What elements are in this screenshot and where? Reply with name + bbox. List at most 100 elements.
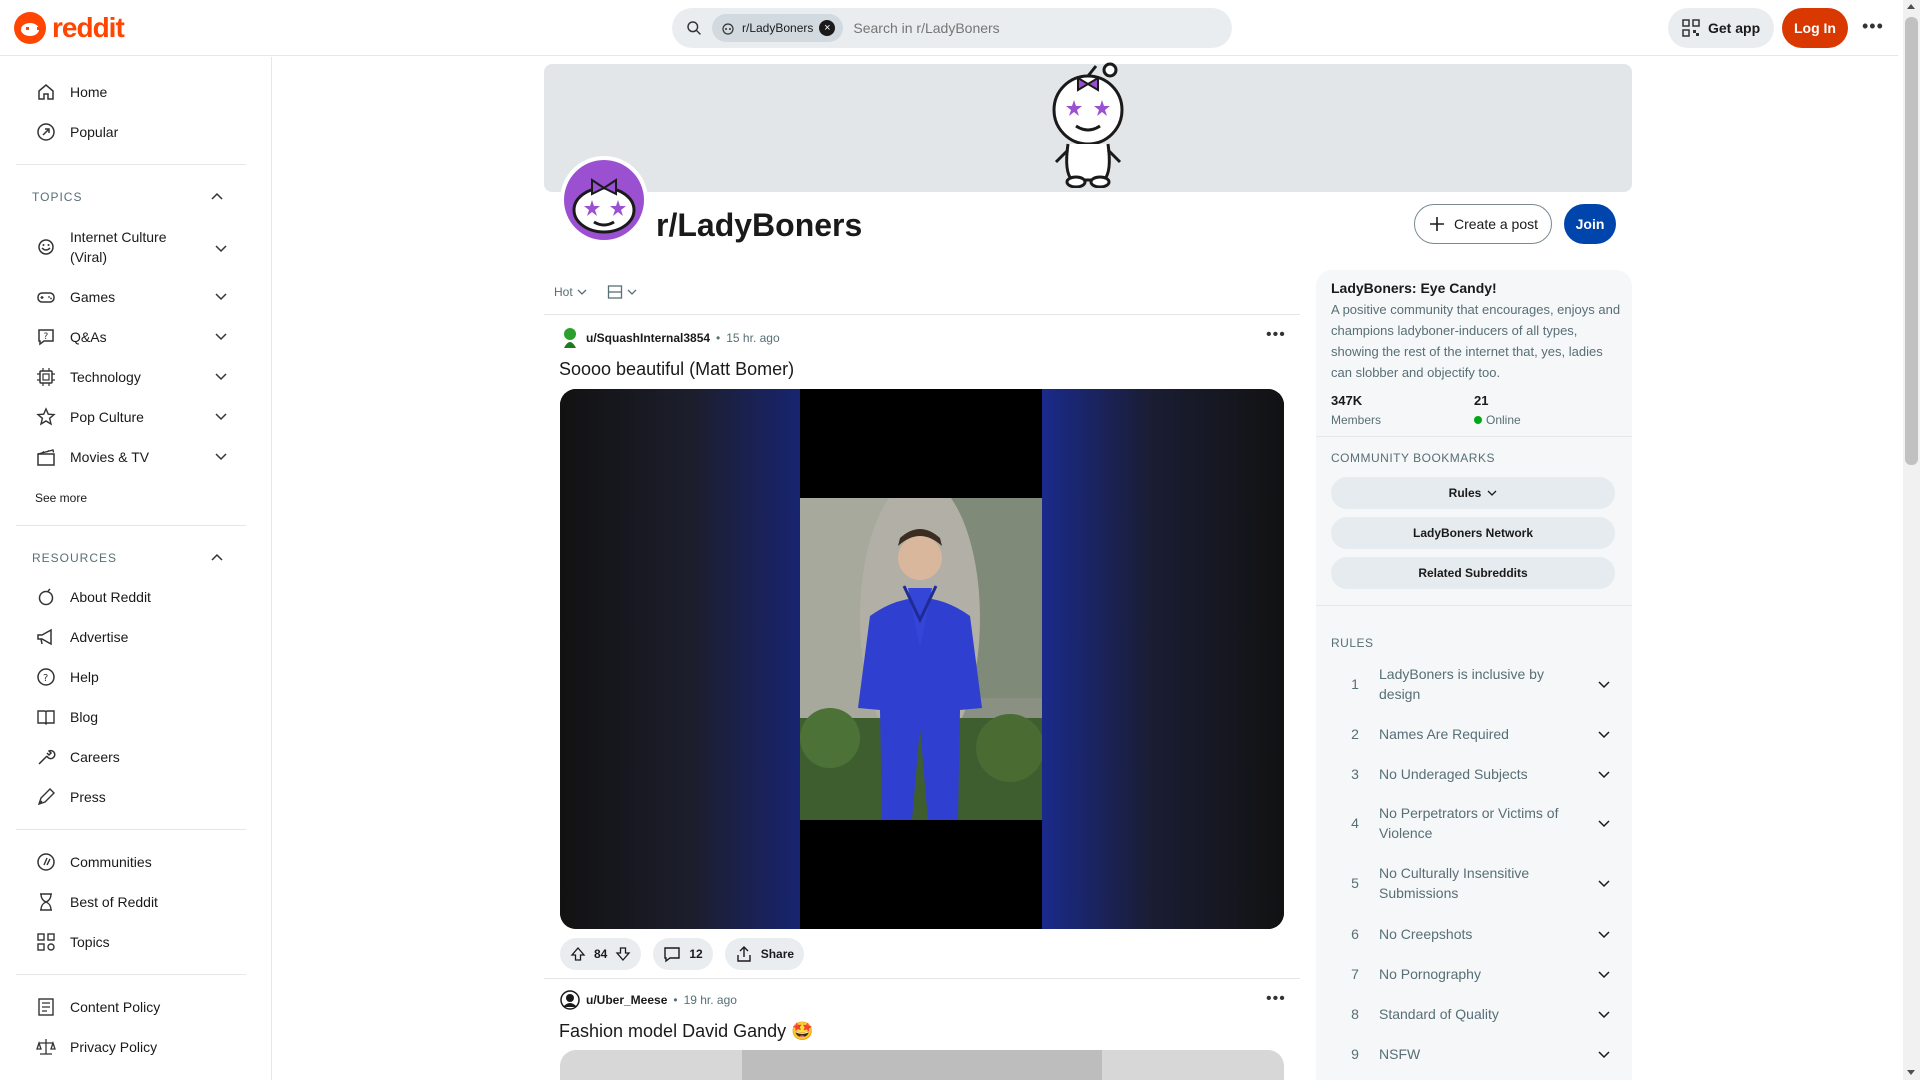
rule-item[interactable]: 3 No Underaged Subjects [1331, 763, 1621, 785]
sidebar-item-label: Blog [70, 709, 99, 725]
resources-section-title[interactable]: RESOURCES [32, 551, 117, 565]
rule-item[interactable]: 6 No Creepshots [1331, 923, 1621, 945]
comments-button[interactable]: 12 [653, 938, 713, 970]
post-media[interactable] [560, 389, 1284, 929]
search-community-chip[interactable]: r/LadyBoners × [712, 14, 844, 42]
sidebar-item-label: Q&As [70, 329, 107, 345]
sort-dropdown[interactable]: Hot [554, 285, 587, 299]
post-author[interactable]: u/Uber_Meese [586, 993, 667, 1007]
post-options-icon[interactable]: ••• [1266, 326, 1286, 344]
sidebar-item-blog[interactable]: Blog [16, 697, 248, 737]
sidebar-item-press[interactable]: Press [16, 777, 248, 817]
rule-item[interactable]: 4 No Perpetrators or Victims of Violence [1331, 802, 1621, 844]
rule-number: 9 [1351, 1046, 1359, 1062]
rule-text-line2: Submissions [1379, 885, 1459, 901]
sidebar-item-communities[interactable]: Communities [16, 842, 248, 882]
svg-text:?: ? [44, 332, 49, 342]
share-button[interactable]: Share [724, 938, 805, 970]
sort-label: Hot [554, 285, 573, 299]
user-avatar-icon[interactable] [560, 326, 580, 350]
rule-item[interactable]: 2 Names Are Required [1331, 723, 1621, 745]
create-post-button[interactable]: Create a post [1414, 204, 1552, 244]
post-title[interactable]: Soooo beautiful (Matt Bomer) [559, 359, 794, 380]
rule-item[interactable]: 1 LadyBoners is inclusive by design [1331, 663, 1621, 705]
search-input[interactable] [853, 20, 1194, 36]
clear-chip-icon[interactable]: × [819, 20, 836, 36]
topics-section-title[interactable]: TOPICS [32, 190, 82, 204]
downvote-icon[interactable] [615, 946, 631, 962]
post-actions: 84 12 Share [560, 938, 805, 970]
sidebar-item-label: Technology [70, 369, 141, 385]
get-app-button[interactable]: Get app [1668, 8, 1775, 48]
rule-text: No Perpetrators or Victims of Violence [1379, 803, 1579, 843]
rule-number: 7 [1351, 966, 1359, 982]
sidebar-item-label: Topics [70, 934, 110, 950]
chevron-down-icon[interactable] [214, 409, 228, 423]
sidebar-item-content-policy[interactable]: Content Policy [16, 987, 248, 1027]
chevron-down-icon[interactable] [214, 449, 228, 463]
user-avatar-icon[interactable] [560, 990, 580, 1010]
bookmark-rules-button[interactable]: Rules [1331, 477, 1615, 509]
see-more-link[interactable]: See more [35, 491, 87, 505]
online-label: Online [1486, 413, 1521, 427]
rule-item[interactable]: 5 No Culturally Insensitive Submissions [1331, 862, 1621, 904]
sidebar-divider [16, 974, 246, 975]
chevron-up-icon[interactable] [210, 551, 224, 565]
post-media[interactable] [560, 1050, 1284, 1080]
post-author[interactable]: u/SquashInternal3854 [586, 331, 710, 345]
rule-text: No Pornography [1379, 966, 1481, 982]
sidebar-item-movies-tv[interactable]: Movies & TV [16, 437, 248, 477]
upvote-icon[interactable] [570, 946, 586, 962]
rule-text: LadyBoners is inclusive by design [1379, 664, 1579, 704]
post-title[interactable]: Fashion model David Gandy 🤩 [559, 1021, 814, 1042]
scroll-up-icon[interactable] [1907, 4, 1915, 9]
post-options-icon[interactable]: ••• [1266, 990, 1286, 1008]
more-options-icon[interactable]: ••• [1862, 16, 1884, 37]
chevron-up-icon[interactable] [210, 190, 224, 204]
sidebar-item-topics[interactable]: Topics [16, 922, 248, 962]
sidebar-item-best-of-reddit[interactable]: Best of Reddit [16, 882, 248, 922]
layout-card-icon [607, 285, 622, 299]
chevron-down-icon[interactable] [214, 241, 228, 255]
post-photo [800, 498, 1042, 820]
rule-item[interactable]: 9 NSFW [1331, 1043, 1621, 1065]
sidebar-item-home[interactable]: Home [16, 72, 248, 112]
rule-number: 3 [1351, 766, 1359, 782]
sidebar-item-popular[interactable]: Popular [16, 112, 248, 152]
reddit-logo[interactable]: reddit [14, 12, 125, 44]
bookmark-related-button[interactable]: Related Subreddits [1331, 557, 1615, 589]
sidebar-item-qas[interactable]: ? Q&As [16, 317, 248, 357]
rule-item[interactable]: 7 No Pornography [1331, 963, 1621, 985]
sidebar-item-technology[interactable]: Technology [16, 357, 248, 397]
movies-icon [37, 449, 55, 466]
scrollbar-thumb[interactable] [1905, 17, 1918, 465]
bookmark-network-button[interactable]: LadyBoners Network [1331, 517, 1615, 549]
subreddit-avatar [560, 156, 648, 244]
sidebar-item-internet-culture[interactable]: Internet Culture (Viral) [16, 223, 248, 271]
topics-icon [37, 933, 55, 951]
chevron-down-icon[interactable] [214, 329, 228, 343]
rule-text: Names Are Required [1379, 726, 1509, 742]
online-count: 21 [1474, 393, 1489, 408]
home-icon [38, 84, 54, 100]
sidebar-item-pop-culture[interactable]: Pop Culture [16, 397, 248, 437]
rule-item[interactable]: 8 Standard of Quality [1331, 1003, 1621, 1025]
chevron-down-icon [1598, 880, 1610, 888]
rule-number: 1 [1351, 676, 1359, 692]
chevron-down-icon[interactable] [214, 289, 228, 303]
login-button[interactable]: Log In [1782, 8, 1848, 48]
view-toggle[interactable] [607, 284, 637, 300]
vote-control: 84 [560, 938, 642, 970]
sidebar-item-about-reddit[interactable]: About Reddit [16, 577, 248, 617]
sidebar-item-help[interactable]: ? Help [16, 657, 248, 697]
sidebar-item-advertise[interactable]: Advertise [16, 617, 248, 657]
join-button[interactable]: Join [1564, 204, 1616, 244]
sidebar-item-games[interactable]: Games [16, 277, 248, 317]
search-bar[interactable]: r/LadyBoners × [672, 8, 1232, 48]
chevron-down-icon[interactable] [214, 369, 228, 383]
left-sidebar: Home Popular TOPICS Internet Culture (Vir… [0, 57, 272, 1080]
advertise-icon [37, 628, 52, 646]
sidebar-item-careers[interactable]: Careers [16, 737, 248, 777]
scroll-down-icon[interactable] [1907, 1070, 1915, 1075]
sidebar-item-privacy-policy[interactable]: Privacy Policy [16, 1027, 248, 1067]
